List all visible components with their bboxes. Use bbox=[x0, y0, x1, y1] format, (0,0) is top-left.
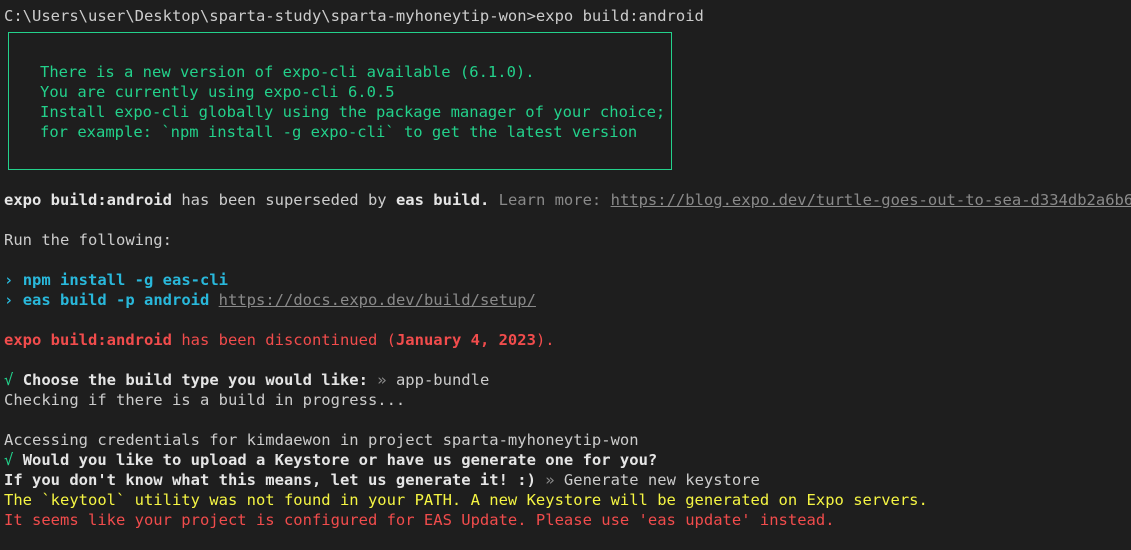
keystore-answer-line: If you don't know what this means, let u… bbox=[4, 470, 1131, 490]
discontinued-cmd: expo build:android bbox=[4, 331, 172, 349]
update-line-3: Install expo-cli globally using the pack… bbox=[40, 103, 666, 121]
build-type-question: Choose the build type you would like: bbox=[22, 371, 368, 389]
superseded-message: expo build:android has been superseded b… bbox=[4, 190, 1131, 210]
update-notice-box: There is a new version of expo-cli avail… bbox=[8, 32, 672, 170]
keystore-question-line: √ Would you like to upload a Keystore or… bbox=[4, 450, 1131, 470]
eas-update-warning: It seems like your project is configured… bbox=[4, 511, 835, 529]
discontinued-text: has been discontinued ( bbox=[171, 331, 396, 349]
keytool-warning: The `keytool` utility was not found in y… bbox=[4, 491, 928, 509]
answer-separator: » bbox=[535, 471, 564, 489]
run-following-text: Run the following: bbox=[4, 231, 172, 249]
checking-line: Checking if there is a build in progress… bbox=[4, 391, 406, 409]
discontinued-message: expo build:android has been discontinued… bbox=[4, 330, 1131, 350]
learn-more-link[interactable]: https://blog.expo.dev/turtle-goes-out-to… bbox=[611, 191, 1131, 209]
superseded-cmd: expo build:android bbox=[4, 191, 172, 209]
check-icon: √ bbox=[4, 371, 14, 389]
step-2: › eas build -p android https://docs.expo… bbox=[4, 290, 1131, 310]
keystore-answer: Generate new keystore bbox=[563, 471, 760, 489]
update-line-1: There is a new version of expo-cli avail… bbox=[40, 63, 535, 81]
docs-link[interactable]: https://docs.expo.dev/build/setup/ bbox=[219, 291, 536, 309]
step-arrow-icon: › bbox=[4, 271, 14, 289]
keystore-question-2: If you don't know what this means, let u… bbox=[4, 471, 536, 489]
step-1-command: npm install -g eas-cli bbox=[22, 271, 228, 289]
check-icon: √ bbox=[4, 451, 14, 469]
update-line-2: You are currently using expo-cli 6.0.5 bbox=[40, 83, 395, 101]
update-line-4: for example: `npm install -g expo-cli` t… bbox=[40, 123, 638, 141]
learn-more-label: Learn more: bbox=[489, 191, 611, 209]
answer-separator: » bbox=[367, 371, 396, 389]
keystore-question: Would you like to upload a Keystore or h… bbox=[22, 451, 658, 469]
step-arrow-icon: › bbox=[4, 291, 14, 309]
terminal-window[interactable]: C:\Users\user\Desktop\sparta-study\spart… bbox=[0, 0, 1131, 550]
accessing-line: Accessing credentials for kimdaewon in p… bbox=[4, 431, 639, 449]
step-2-command: eas build -p android bbox=[22, 291, 210, 309]
build-type-answer: app-bundle bbox=[395, 371, 490, 389]
discontinued-date: January 4, 2023 bbox=[395, 331, 536, 349]
command-prompt: C:\Users\user\Desktop\sparta-study\spart… bbox=[4, 7, 704, 25]
build-type-line: √ Choose the build type you would like: … bbox=[4, 370, 1131, 390]
superseded-new-cmd: eas build. bbox=[395, 191, 490, 209]
superseded-text: has been superseded by bbox=[171, 191, 396, 209]
discontinued-end: ). bbox=[535, 331, 555, 349]
step-1: › npm install -g eas-cli bbox=[4, 270, 1131, 290]
